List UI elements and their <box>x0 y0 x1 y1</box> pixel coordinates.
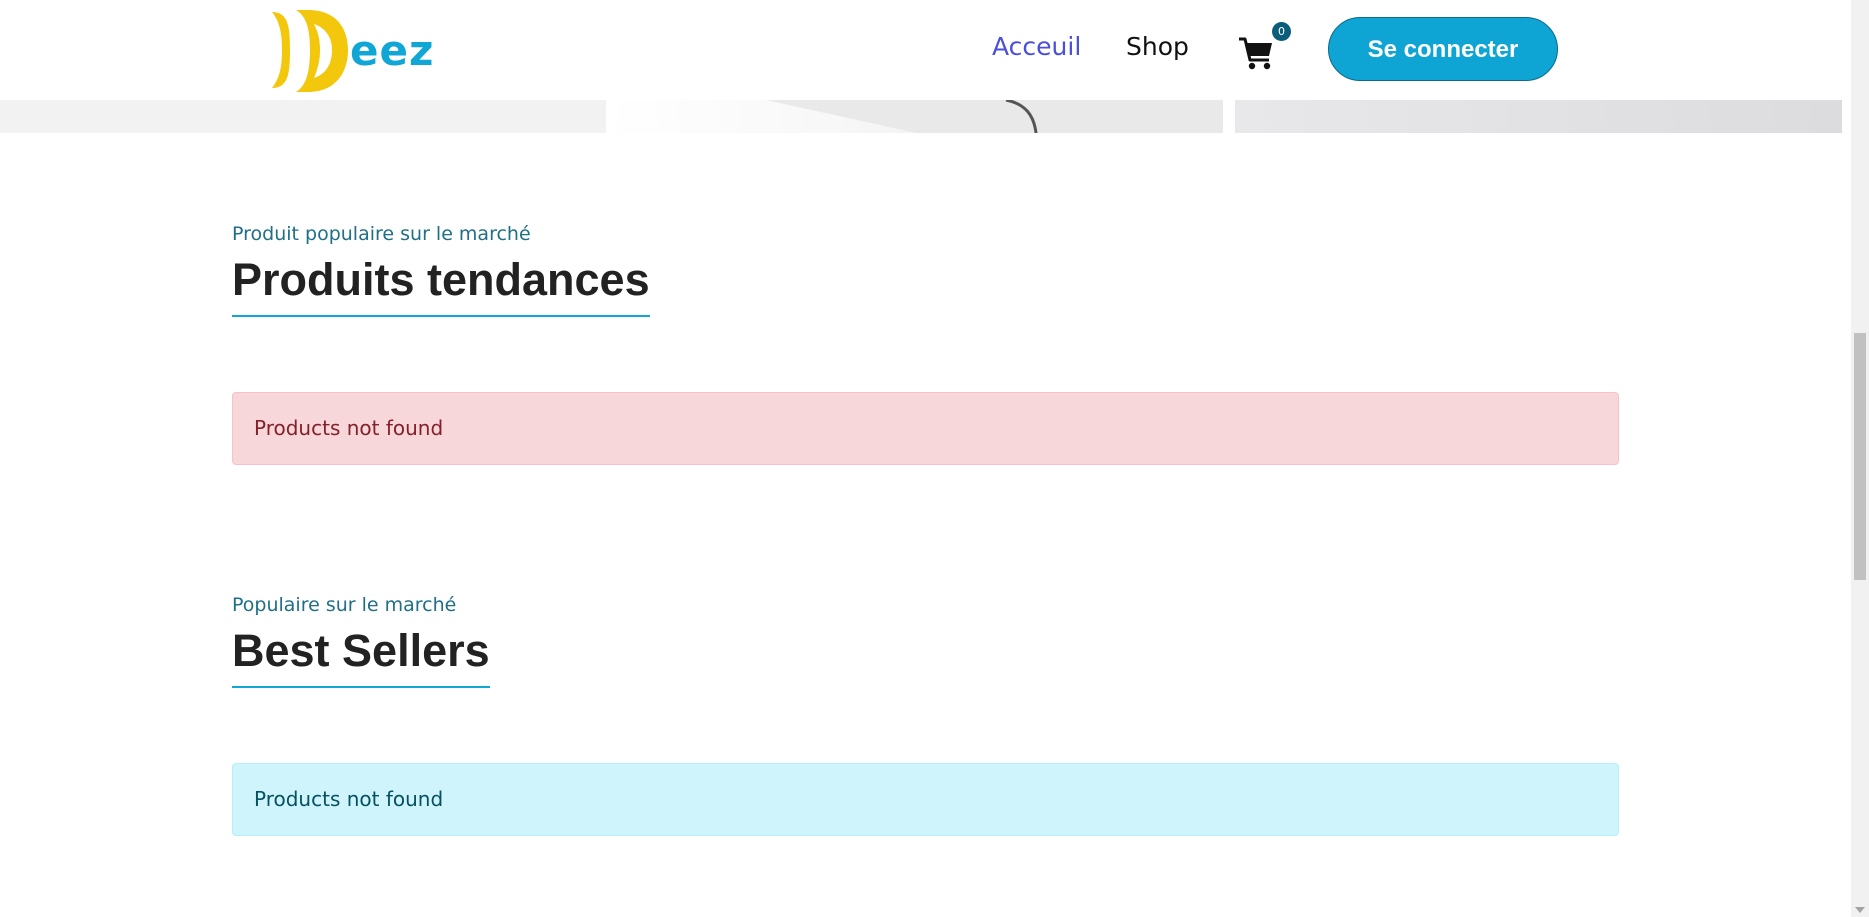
login-button[interactable]: Se connecter <box>1328 17 1558 81</box>
site-header: eez Acceuil Shop 0 Se connecter <box>0 0 1851 100</box>
scrollbar-thumb[interactable] <box>1854 333 1866 580</box>
trending-products-alert: Products not found <box>232 392 1619 465</box>
section-eyebrow: Populaire sur le marché <box>232 594 457 616</box>
hero-slide-center <box>606 100 1223 133</box>
section-title: Best Sellers <box>232 628 490 688</box>
best-sellers-alert: Products not found <box>232 763 1619 836</box>
hero-slide-left <box>0 100 606 133</box>
hero-banner-remnant <box>0 100 1842 133</box>
cart-button[interactable] <box>1238 34 1274 72</box>
section-title: Produits tendances <box>232 257 650 317</box>
section-eyebrow: Produit populaire sur le marché <box>232 223 531 245</box>
logo-text: eez <box>350 26 435 75</box>
cart-count-badge: 0 <box>1272 22 1291 41</box>
nav-link-shop[interactable]: Shop <box>1126 34 1189 59</box>
site-logo[interactable]: eez <box>262 6 433 94</box>
best-sellers-section: Populaire sur le marché Best Sellers <box>232 596 1619 688</box>
cart-icon <box>1239 37 1272 70</box>
scroll-down-arrow-icon[interactable] <box>1855 907 1865 913</box>
logo-mark-icon <box>272 10 348 92</box>
page-scrollbar[interactable] <box>1851 0 1869 917</box>
hero-slide-right <box>1235 100 1842 133</box>
nav-link-accueil[interactable]: Acceuil <box>992 34 1081 59</box>
trending-products-section: Produit populaire sur le marché Produits… <box>232 225 1619 317</box>
